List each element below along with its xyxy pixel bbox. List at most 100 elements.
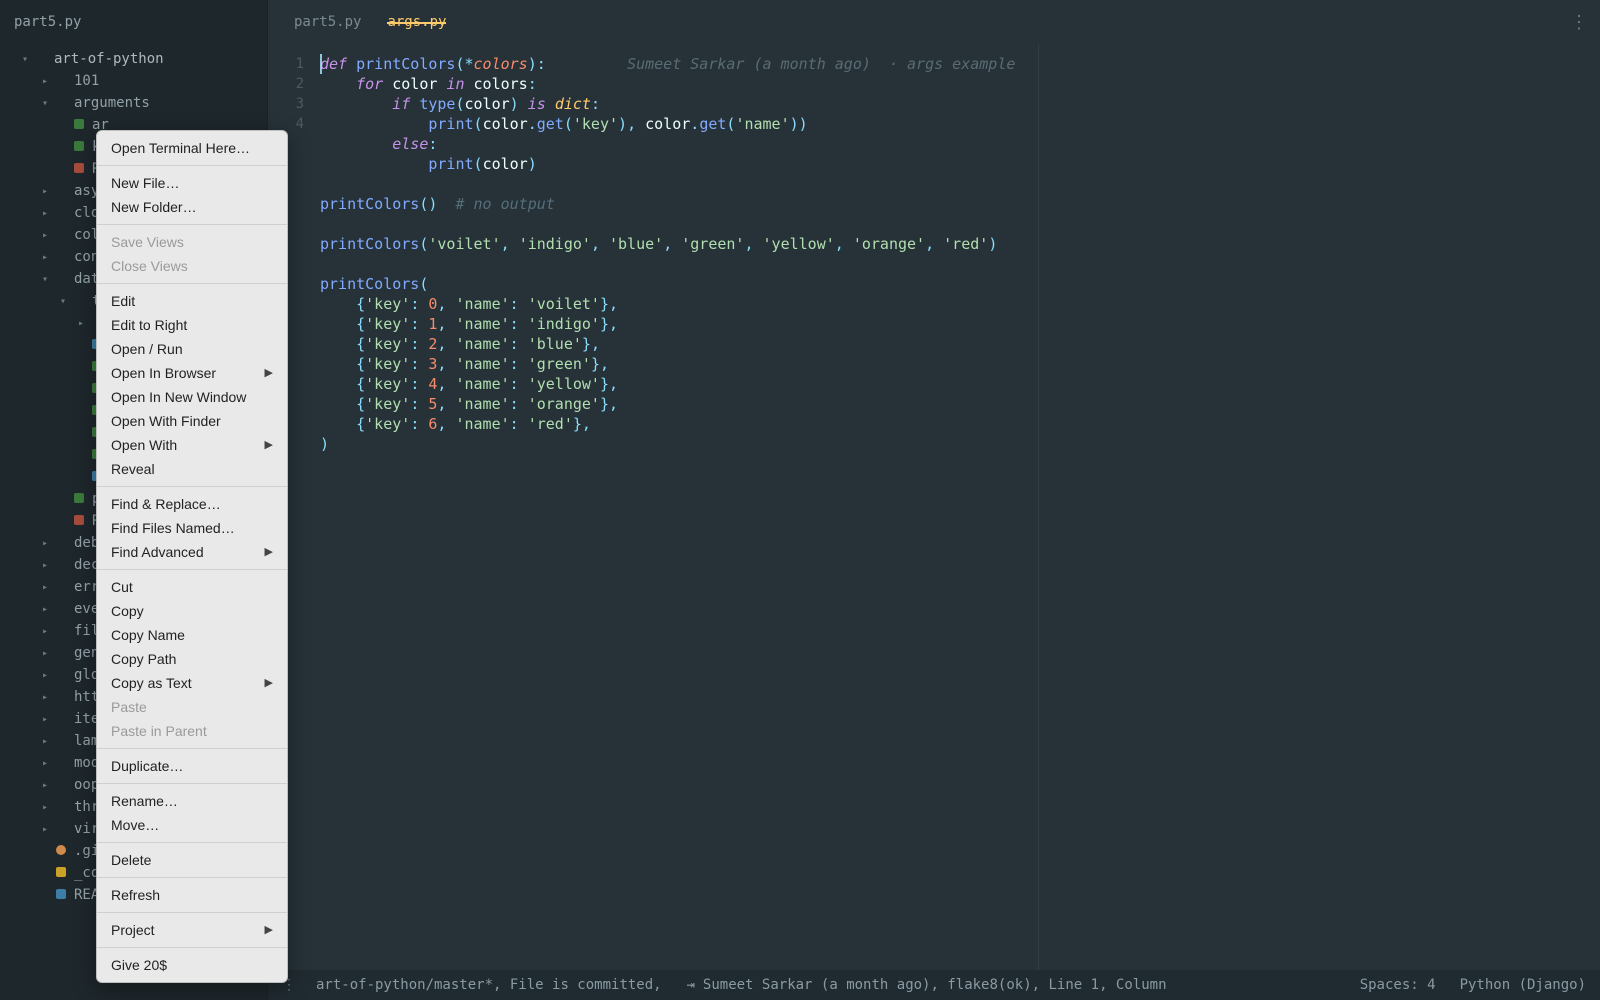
menu-item-edit-to-right[interactable]: Edit to Right bbox=[97, 313, 287, 337]
menu-item-copy-path[interactable]: Copy Path bbox=[97, 647, 287, 671]
menu-item-find-advanced[interactable]: Find Advanced▶ bbox=[97, 540, 287, 564]
chevron-right-icon[interactable]: ▸ bbox=[40, 802, 50, 813]
menu-item-paste: Paste bbox=[97, 695, 287, 719]
more-icon[interactable]: ⋮ bbox=[1570, 12, 1590, 33]
chevron-right-icon[interactable]: ▸ bbox=[40, 670, 50, 681]
chevron-right-icon[interactable]: ▸ bbox=[40, 538, 50, 549]
menu-item-label: Reveal bbox=[111, 460, 155, 478]
app-root: part5.py ▾art-of-python▸101▾argumentsark… bbox=[0, 0, 1600, 1000]
status-indent[interactable]: Spaces: 4 bbox=[1360, 977, 1436, 993]
code-content[interactable]: def printColors(*colors): Sumeet Sarkar … bbox=[314, 44, 1600, 970]
ruler-line bbox=[1038, 44, 1039, 970]
tree-item[interactable]: ▸101 bbox=[0, 70, 267, 92]
chevron-right-icon[interactable]: ▸ bbox=[76, 318, 86, 329]
chevron-right-icon[interactable]: ▸ bbox=[40, 626, 50, 637]
status-lint[interactable]: flake8(ok) bbox=[947, 977, 1031, 993]
menu-separator bbox=[97, 877, 287, 878]
chevron-right-icon[interactable]: ▸ bbox=[40, 560, 50, 571]
menu-item-label: Duplicate… bbox=[111, 757, 183, 775]
chevron-right-icon[interactable]: ▸ bbox=[40, 208, 50, 219]
chevron-right-icon[interactable]: ▸ bbox=[40, 604, 50, 615]
menu-item-copy-as-text[interactable]: Copy as Text▶ bbox=[97, 671, 287, 695]
menu-item-find-files-named[interactable]: Find Files Named… bbox=[97, 516, 287, 540]
menu-item-rename[interactable]: Rename… bbox=[97, 789, 287, 813]
tab-args-py[interactable]: args.py bbox=[387, 14, 472, 30]
menu-separator bbox=[97, 165, 287, 166]
submenu-arrow-icon: ▶ bbox=[265, 543, 273, 561]
status-commit: File is committed bbox=[510, 977, 653, 993]
menu-item-label: Find Files Named… bbox=[111, 519, 235, 537]
tab-bar: part5.pyargs.py ⋮ bbox=[268, 0, 1600, 44]
menu-item-refresh[interactable]: Refresh bbox=[97, 883, 287, 907]
chevron-right-icon[interactable]: ▸ bbox=[40, 758, 50, 769]
menu-item-new-file[interactable]: New File… bbox=[97, 171, 287, 195]
menu-item-open-terminal-here[interactable]: Open Terminal Here… bbox=[97, 136, 287, 160]
chevron-right-icon[interactable]: ▸ bbox=[40, 736, 50, 747]
menu-item-close-views: Close Views bbox=[97, 254, 287, 278]
menu-item-label: Edit bbox=[111, 292, 135, 310]
chevron-right-icon[interactable]: ▸ bbox=[40, 824, 50, 835]
blank-file-icon bbox=[54, 691, 68, 704]
chevron-right-icon[interactable]: ▸ bbox=[40, 186, 50, 197]
arrow-right-icon: ⇥ bbox=[686, 977, 694, 993]
menu-item-project[interactable]: Project▶ bbox=[97, 918, 287, 942]
menu-item-label: Open In Browser bbox=[111, 364, 216, 382]
blank-file-icon bbox=[54, 185, 68, 198]
menu-item-label: Paste in Parent bbox=[111, 722, 207, 740]
blank-file-icon bbox=[54, 273, 68, 286]
open-files-section: part5.py bbox=[0, 0, 267, 42]
menu-item-open-in-new-window[interactable]: Open In New Window bbox=[97, 385, 287, 409]
blank-file-icon bbox=[54, 625, 68, 638]
menu-item-move[interactable]: Move… bbox=[97, 813, 287, 837]
line-number: 3 bbox=[268, 94, 304, 114]
code-editor[interactable]: 1234 def printColors(*colors): Sumeet Sa… bbox=[268, 44, 1600, 970]
menu-item-edit[interactable]: Edit bbox=[97, 289, 287, 313]
chevron-right-icon[interactable]: ▸ bbox=[40, 780, 50, 791]
chevron-down-icon[interactable]: ▾ bbox=[58, 296, 68, 307]
chevron-right-icon[interactable]: ▸ bbox=[40, 230, 50, 241]
blank-file-icon bbox=[54, 647, 68, 660]
tab-part5-py[interactable]: part5.py bbox=[294, 14, 387, 30]
tree-item[interactable]: ▾ arguments bbox=[0, 92, 267, 114]
status-branch[interactable]: art-of-python/master* bbox=[316, 977, 493, 993]
menu-item-open-in-browser[interactable]: Open In Browser▶ bbox=[97, 361, 287, 385]
menu-separator bbox=[97, 783, 287, 784]
open-file[interactable]: part5.py bbox=[0, 10, 267, 34]
menu-item-open-with-finder[interactable]: Open With Finder bbox=[97, 409, 287, 433]
menu-item-reveal[interactable]: Reveal bbox=[97, 457, 287, 481]
menu-item-open-run[interactable]: Open / Run bbox=[97, 337, 287, 361]
menu-item-label: Open / Run bbox=[111, 340, 183, 358]
menu-item-cut[interactable]: Cut bbox=[97, 575, 287, 599]
blank-file-icon bbox=[54, 75, 68, 88]
menu-item-label: New Folder… bbox=[111, 198, 197, 216]
blank-file-icon bbox=[54, 823, 68, 836]
tree-item-label: arguments bbox=[74, 95, 150, 111]
tree-item[interactable]: ▾art-of-python bbox=[0, 48, 267, 70]
status-language[interactable]: Python (Django) bbox=[1460, 977, 1586, 993]
chevron-down-icon[interactable]: ▾ bbox=[40, 98, 50, 109]
menu-item-open-with[interactable]: Open With▶ bbox=[97, 433, 287, 457]
chevron-right-icon[interactable]: ▸ bbox=[40, 714, 50, 725]
chevron-right-icon[interactable]: ▸ bbox=[40, 648, 50, 659]
menu-item-duplicate[interactable]: Duplicate… bbox=[97, 754, 287, 778]
blank-file-icon bbox=[54, 603, 68, 616]
menu-item-save-views: Save Views bbox=[97, 230, 287, 254]
blank-file-icon bbox=[54, 779, 68, 792]
chevron-right-icon[interactable]: ▸ bbox=[40, 692, 50, 703]
menu-item-label: Project bbox=[111, 921, 155, 939]
chevron-down-icon[interactable]: ▾ bbox=[20, 54, 30, 65]
menu-item-label: Copy Path bbox=[111, 650, 176, 668]
chevron-right-icon[interactable]: ▸ bbox=[40, 252, 50, 263]
menu-item-find-replace[interactable]: Find & Replace… bbox=[97, 492, 287, 516]
chevron-right-icon[interactable]: ▸ bbox=[40, 582, 50, 593]
menu-separator bbox=[97, 283, 287, 284]
status-bar: ⋮ art-of-python/master*, File is committ… bbox=[268, 970, 1600, 1000]
menu-item-new-folder[interactable]: New Folder… bbox=[97, 195, 287, 219]
menu-item-copy[interactable]: Copy bbox=[97, 599, 287, 623]
chevron-down-icon[interactable]: ▾ bbox=[40, 274, 50, 285]
menu-item-delete[interactable]: Delete bbox=[97, 848, 287, 872]
blank-file-icon bbox=[54, 713, 68, 726]
menu-item-copy-name[interactable]: Copy Name bbox=[97, 623, 287, 647]
menu-item-give-20[interactable]: Give 20$ bbox=[97, 953, 287, 977]
chevron-right-icon[interactable]: ▸ bbox=[40, 76, 50, 87]
